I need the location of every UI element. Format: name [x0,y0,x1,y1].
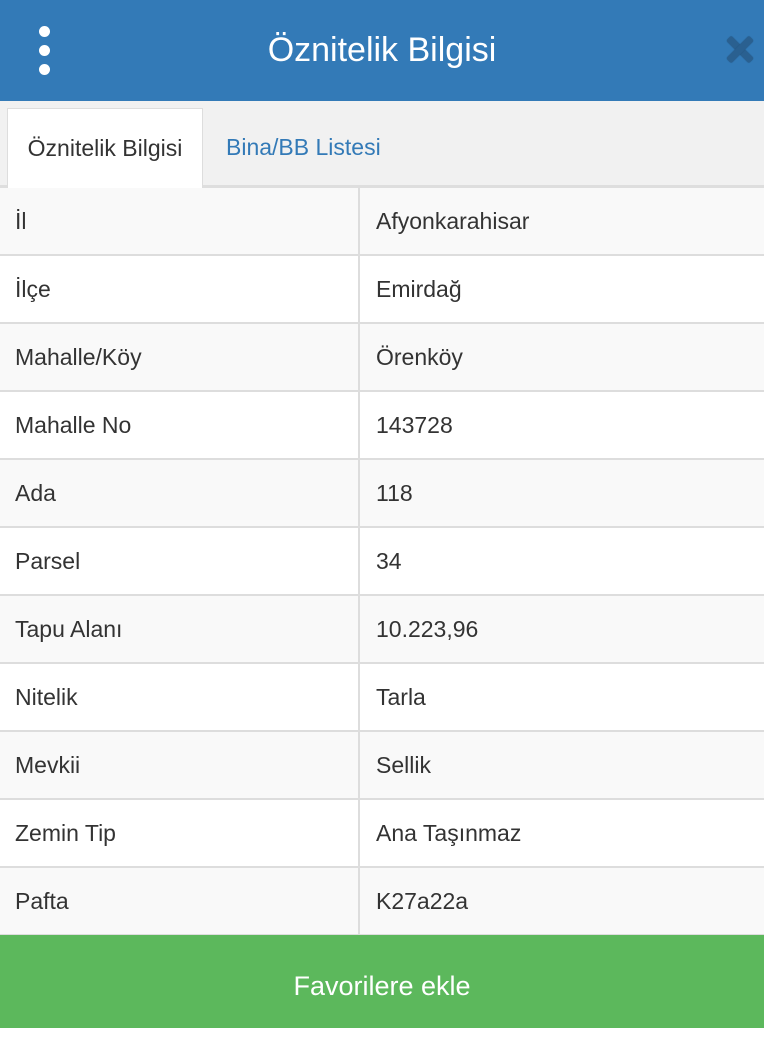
table-row: Nitelik Tarla [0,664,764,732]
table-row: İl Afyonkarahisar [0,188,764,256]
attribute-label: Mahalle/Köy [15,344,142,370]
attribute-label: İl [15,208,27,234]
column-divider [358,596,360,662]
attribute-value: 10.223,96 [376,616,479,642]
attribute-value: 34 [376,548,402,574]
attribute-label: Mevkii [15,752,81,778]
table-row: Mahalle No 143728 [0,392,764,460]
column-divider [358,528,360,594]
column-divider [358,324,360,390]
page-title: Öznitelik Bilgisi [267,31,497,69]
table-row: Ada 118 [0,460,764,528]
column-divider [358,868,360,934]
attribute-label: Zemin Tip [15,820,116,846]
table-row: Mahalle/Köy Örenköy [0,324,764,392]
table-row: İlçe Emirdağ [0,256,764,324]
attribute-value: K27a22a [376,888,469,914]
attribute-value: 143728 [376,412,453,438]
attribute-value: Örenköy [376,344,463,370]
attribute-label: Ada [15,480,56,506]
attribute-value: Ana Taşınmaz [376,820,522,846]
attribute-value: Afyonkarahisar [376,208,530,234]
attribute-label: Pafta [15,888,69,914]
column-divider [358,460,360,526]
tab-bar: Öznitelik Bilgisi Bina/BB Listesi [0,101,764,188]
attribute-label: Tapu Alanı [15,616,123,642]
table-row: Mevkii Sellik [0,732,764,800]
tab-building-list[interactable]: Bina/BB Listesi [226,108,381,187]
attribute-label: İlçe [15,276,51,302]
add-to-favorites-button[interactable]: Favorilere ekle [0,935,764,1028]
attribute-value: Tarla [376,684,426,710]
column-divider [358,256,360,322]
attribute-table: İl Afyonkarahisar İlçe Emirdağ Mahalle/K… [0,188,764,936]
close-button[interactable] [722,31,758,71]
attribute-label: Mahalle No [15,412,132,438]
column-divider [358,732,360,798]
modal-header: Öznitelik Bilgisi [0,0,764,101]
tab-attribute-info[interactable]: Öznitelik Bilgisi [7,108,203,188]
table-row: Zemin Tip Ana Taşınmaz [0,800,764,868]
attribute-label: Nitelik [15,684,78,710]
attribute-label: Parsel [15,548,81,574]
attribute-value: Emirdağ [376,276,462,302]
column-divider [358,188,360,254]
attribute-value: 118 [376,480,413,506]
column-divider [358,392,360,458]
attribute-value: Sellik [376,752,431,778]
table-row: Pafta K27a22a [0,868,764,936]
table-row: Tapu Alanı 10.223,96 [0,596,764,664]
column-divider [358,664,360,730]
table-row: Parsel 34 [0,528,764,596]
column-divider [358,800,360,866]
